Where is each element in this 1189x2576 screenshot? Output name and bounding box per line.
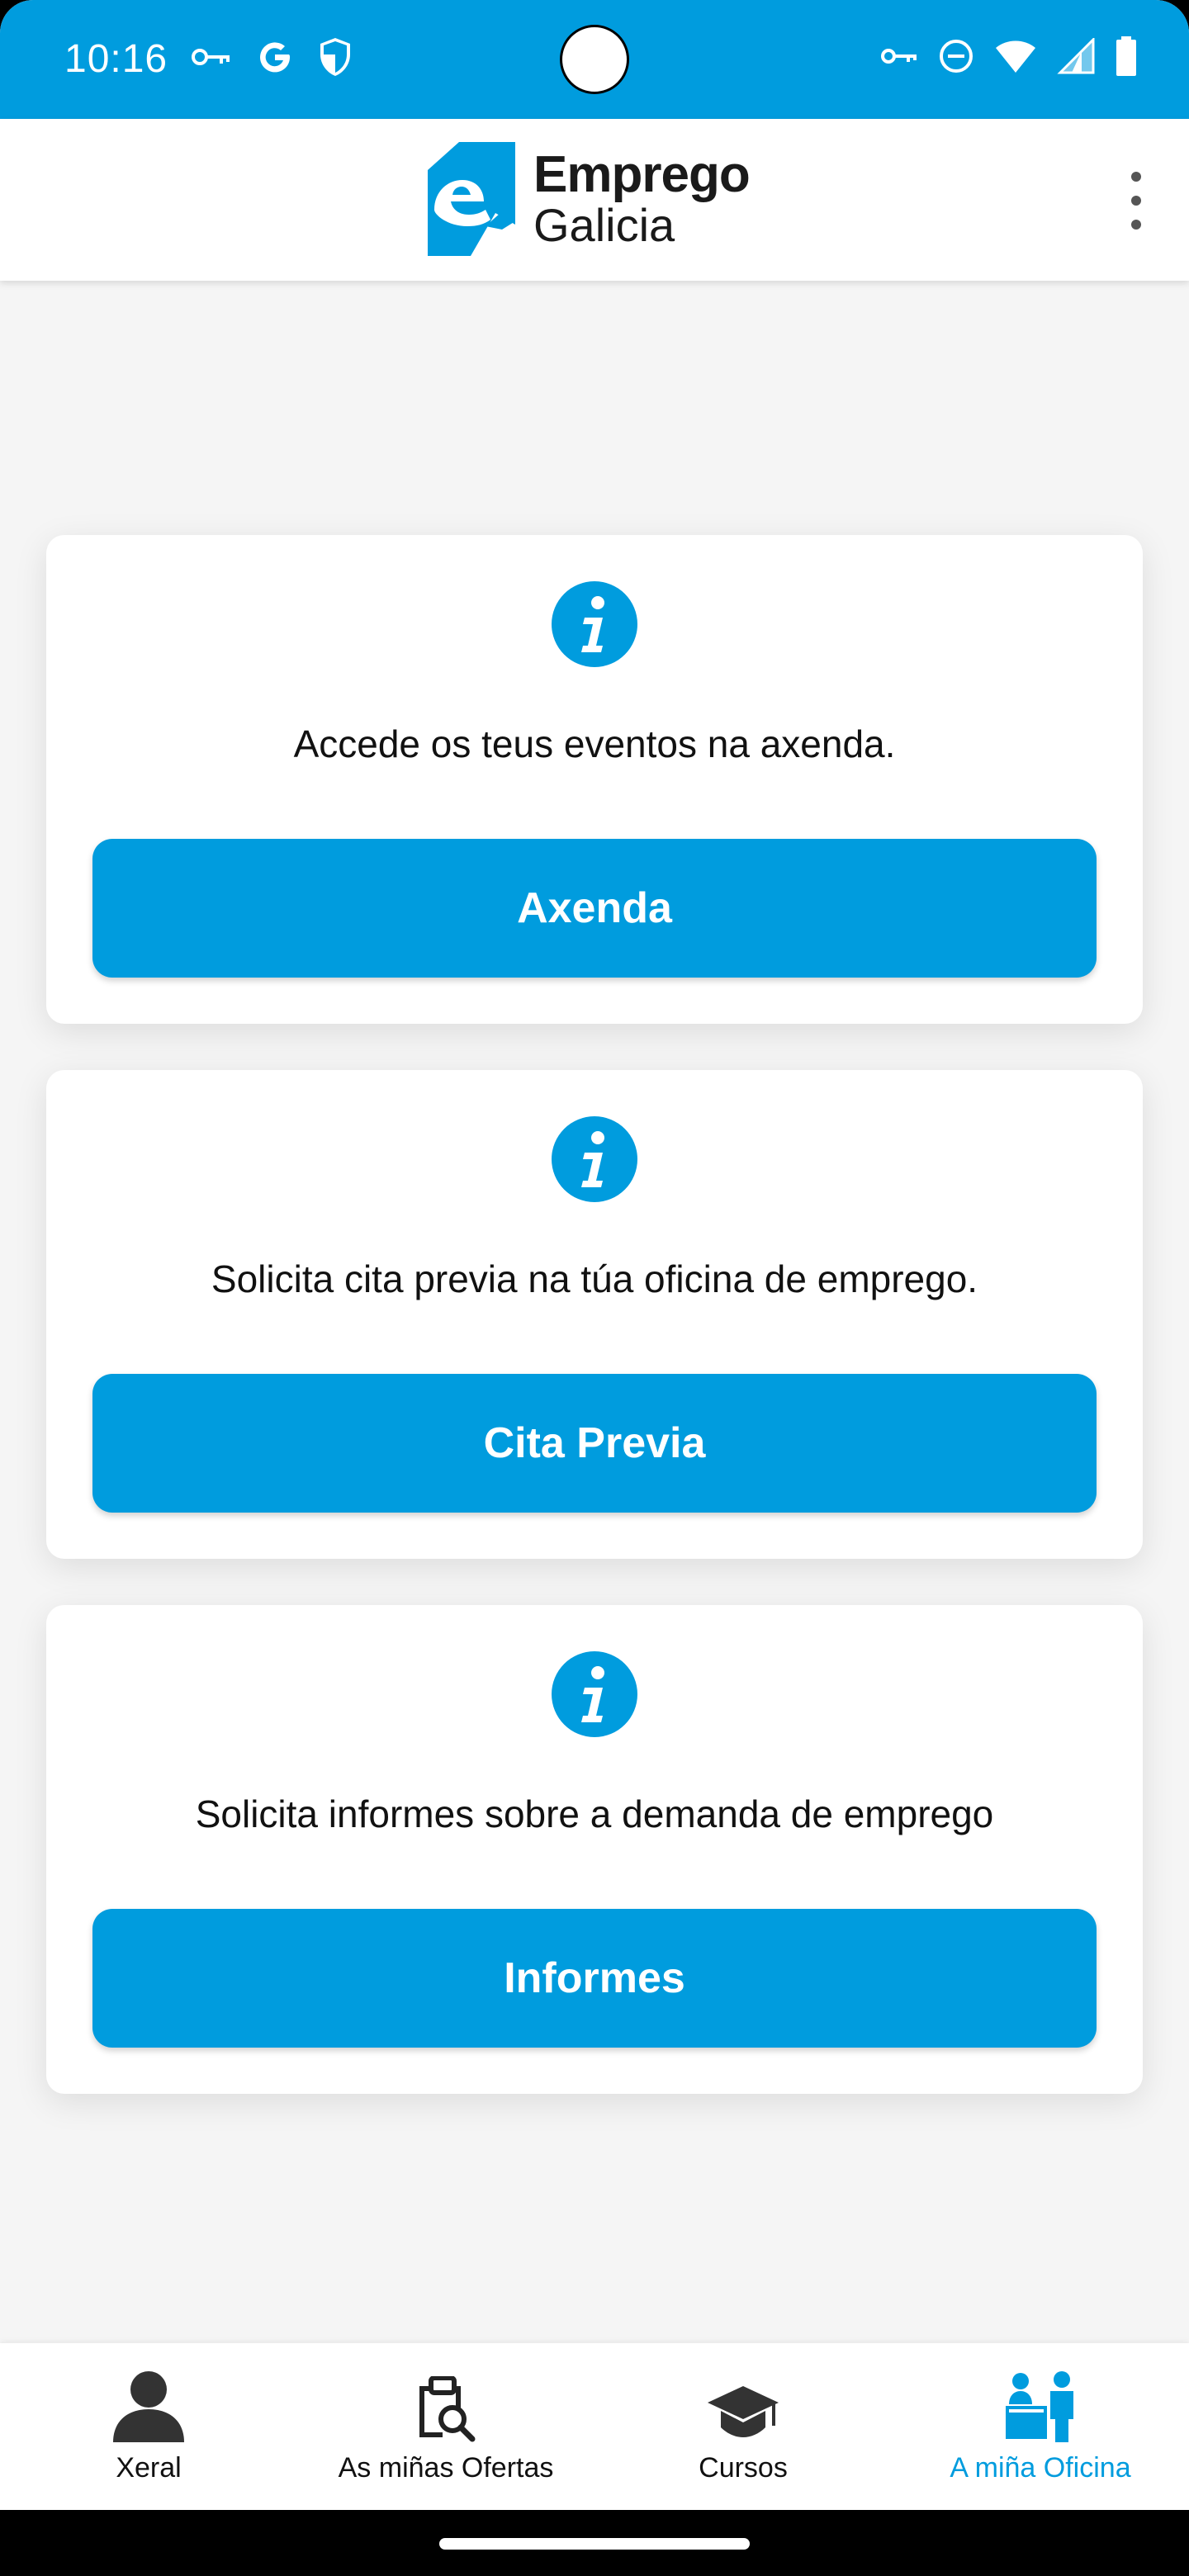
nav-item-oficina[interactable]: A miña Oficina xyxy=(892,2343,1189,2510)
logo-line-1: Emprego xyxy=(533,146,751,203)
status-left-icons xyxy=(192,36,353,82)
google-icon xyxy=(256,38,294,80)
nav-label: Xeral xyxy=(116,2452,182,2484)
nav-label: As miñas Ofertas xyxy=(338,2452,554,2484)
info-icon xyxy=(552,1651,637,1737)
clipboard-search-icon xyxy=(419,2376,476,2442)
menu-dot xyxy=(1131,220,1141,230)
logo-line-2: Galicia xyxy=(533,199,675,251)
status-time: 10:16 xyxy=(64,37,168,81)
person-icon xyxy=(113,2371,184,2442)
menu-dot xyxy=(1131,172,1141,182)
logo-text: Emprego Galicia xyxy=(533,146,751,251)
nav-label: Cursos xyxy=(699,2452,788,2484)
informes-card: Solicita informes sobre a demanda de emp… xyxy=(46,1605,1143,2094)
status-right-icons xyxy=(880,36,1138,80)
cita-previa-card: Solicita cita previa na túa oficina de e… xyxy=(46,1070,1143,1559)
do-not-disturb-icon xyxy=(938,38,974,78)
status-bar: 10:16 xyxy=(0,0,1189,119)
nav-item-ofertas[interactable]: As miñas Ofertas xyxy=(297,2343,594,2510)
vpn-key-icon xyxy=(880,44,918,73)
graduation-cap-icon xyxy=(708,2386,779,2437)
bottom-navigation: Xeral As miñas Ofertas Cursos A miña Ofi… xyxy=(0,2343,1189,2510)
home-indicator[interactable] xyxy=(439,2538,750,2550)
card-description: Solicita informes sobre a demanda de emp… xyxy=(195,1792,994,1835)
signal-icon xyxy=(1057,36,1095,78)
battery-icon xyxy=(1115,36,1138,80)
info-icon xyxy=(552,581,637,667)
menu-dot xyxy=(1131,196,1141,206)
nav-item-cursos[interactable]: Cursos xyxy=(594,2343,892,2510)
app-screen: 10:16 Emprego Galicia Accede os teus eve… xyxy=(0,0,1189,2510)
wifi-icon xyxy=(994,38,1037,78)
app-header: Emprego Galicia xyxy=(0,119,1189,281)
shield-icon xyxy=(317,36,353,82)
office-people-icon xyxy=(1006,2371,1073,2442)
informes-button[interactable]: Informes xyxy=(92,1909,1097,2048)
card-description: Solicita cita previa na túa oficina de e… xyxy=(211,1257,978,1300)
camera-cutout xyxy=(560,25,629,94)
axenda-button[interactable]: Axenda xyxy=(92,839,1097,978)
more-vert-icon[interactable] xyxy=(1120,172,1153,230)
cita-previa-button[interactable]: Cita Previa xyxy=(92,1374,1097,1513)
vpn-key-icon xyxy=(192,45,233,73)
info-icon xyxy=(552,1116,637,1202)
nav-item-xeral[interactable]: Xeral xyxy=(0,2343,297,2510)
emprego-galicia-logo: Emprego Galicia xyxy=(428,142,751,256)
emprego-logo-icon xyxy=(428,142,515,256)
axenda-card: Accede os teus eventos na axenda. Axenda xyxy=(46,535,1143,1024)
card-description: Accede os teus eventos na axenda. xyxy=(293,722,896,765)
nav-label: A miña Oficina xyxy=(950,2452,1131,2484)
